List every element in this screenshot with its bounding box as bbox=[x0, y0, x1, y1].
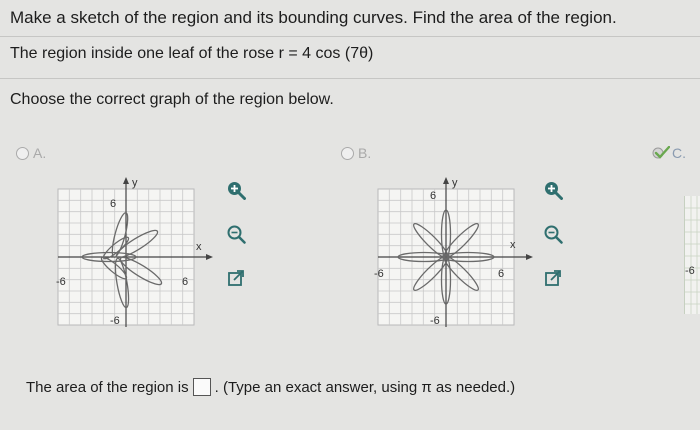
y-max-label: 6 bbox=[430, 190, 436, 202]
zoom-in-icon[interactable] bbox=[543, 180, 563, 200]
option-c[interactable]: C. bbox=[652, 145, 686, 161]
y-axis-label: y bbox=[132, 177, 138, 189]
graph-option-a: y x 6 -6 -6 6 bbox=[56, 177, 213, 327]
option-a-label: A. bbox=[33, 145, 47, 161]
answer-prefix: The area of the region is bbox=[26, 378, 189, 396]
option-a[interactable]: A. bbox=[16, 145, 46, 161]
popout-icon[interactable] bbox=[543, 268, 563, 288]
question-prompt: Make a sketch of the region and its boun… bbox=[10, 8, 617, 27]
zoom-out-icon[interactable] bbox=[226, 224, 246, 244]
y-min-label: -6 bbox=[110, 315, 120, 327]
region-description: The region inside one leaf of the rose r… bbox=[10, 45, 374, 62]
option-b-label: B. bbox=[358, 145, 372, 161]
divider bbox=[0, 36, 700, 37]
x-min-label: -6 bbox=[56, 276, 66, 288]
y-axis-arrow bbox=[443, 177, 449, 184]
y-axis-arrow bbox=[123, 177, 129, 184]
graph-option-b: y x 6 -6 -6 6 bbox=[374, 177, 533, 327]
answer-suffix: . (Type an exact answer, using π as need… bbox=[214, 378, 516, 396]
choose-instruction: Choose the correct graph of the region b… bbox=[10, 91, 334, 108]
y-axis-label: y bbox=[452, 177, 458, 189]
x-max-label: 6 bbox=[498, 268, 504, 280]
divider bbox=[0, 78, 700, 79]
answer-line: The area of the region is . (Type an exa… bbox=[26, 378, 515, 396]
y-max-label: 6 bbox=[110, 198, 116, 210]
zoom-in-icon[interactable] bbox=[226, 180, 246, 200]
option-c-label: C. bbox=[672, 145, 686, 161]
zoom-out-icon[interactable] bbox=[543, 224, 563, 244]
x-max-label: 6 bbox=[182, 276, 188, 288]
graph-option-c-grid: -6 bbox=[685, 196, 700, 314]
answer-input[interactable] bbox=[192, 378, 211, 396]
popout-icon[interactable] bbox=[226, 268, 246, 288]
x-min-label: -6 bbox=[374, 268, 384, 280]
x-axis-label: x bbox=[510, 239, 516, 251]
graph-option-c-partial: -6 bbox=[684, 196, 700, 314]
x-min-label: -6 bbox=[685, 265, 695, 277]
x-axis-label: x bbox=[196, 241, 202, 253]
check-icon bbox=[652, 146, 670, 159]
y-min-label: -6 bbox=[430, 315, 440, 327]
x-axis-arrow bbox=[206, 254, 213, 260]
x-axis-arrow bbox=[526, 254, 533, 260]
option-b[interactable]: B. bbox=[341, 145, 371, 161]
option-a-radio[interactable] bbox=[16, 146, 29, 160]
option-b-radio[interactable] bbox=[341, 146, 354, 160]
